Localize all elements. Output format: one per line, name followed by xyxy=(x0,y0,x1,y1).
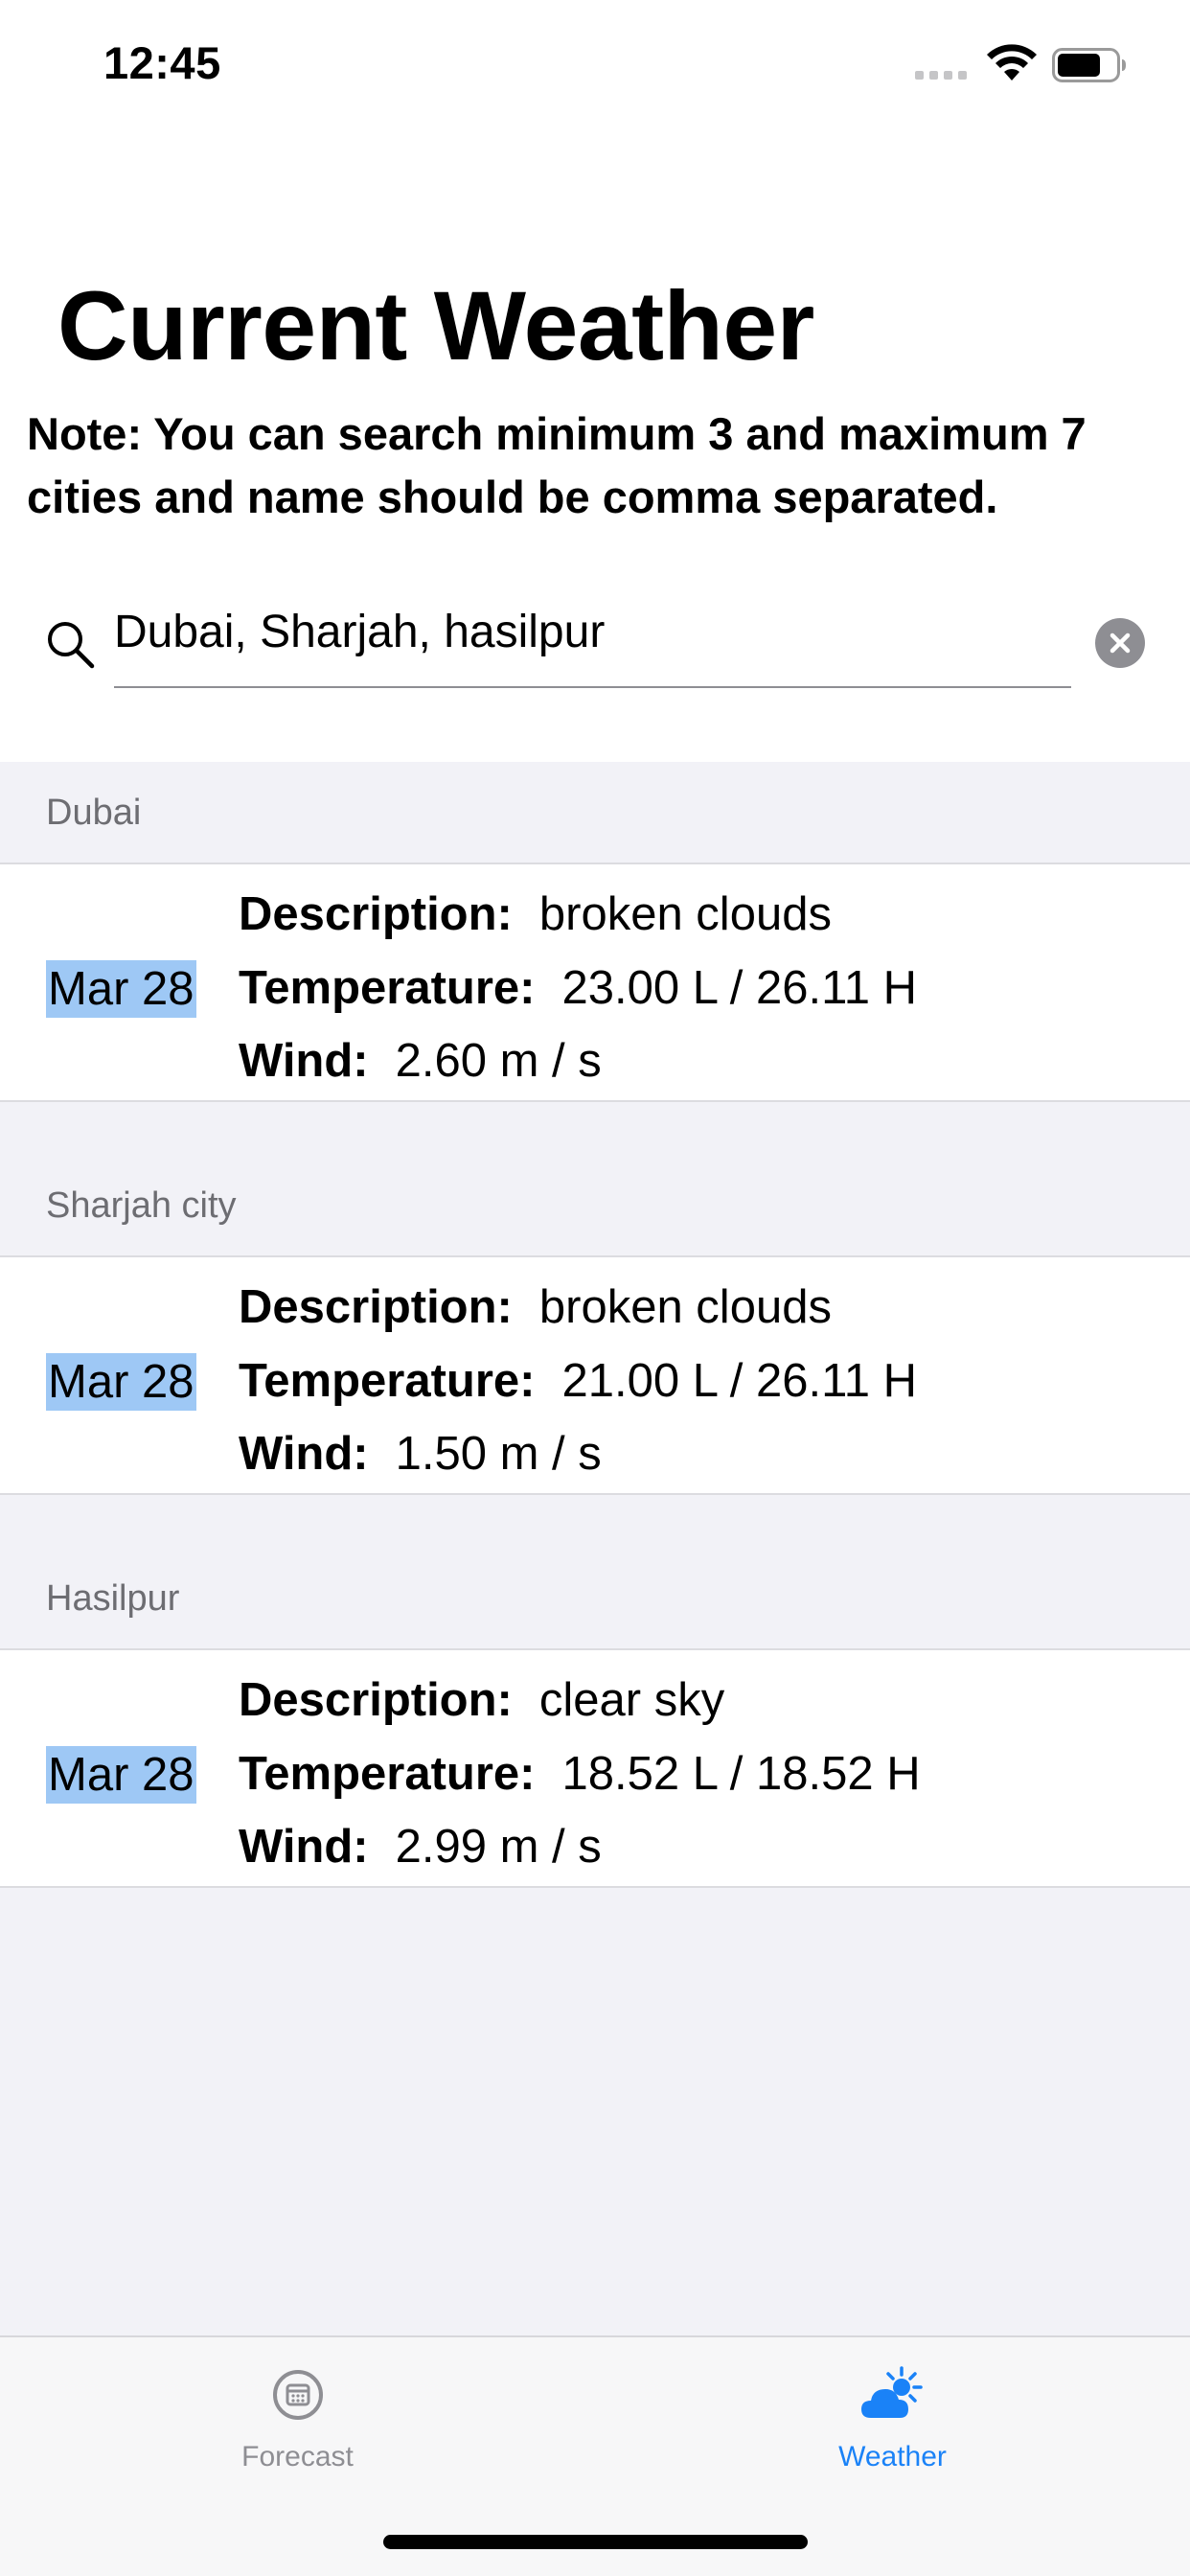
wind-value: 2.99 m / s xyxy=(395,1821,602,1873)
section-header: Sharjah city xyxy=(0,1102,1190,1255)
clear-search-button[interactable] xyxy=(1095,618,1145,668)
temperature-line: Temperature: 23.00 L / 26.11 H xyxy=(239,959,917,1017)
section-header-label: Sharjah city xyxy=(46,1185,237,1226)
wind-label: Wind: xyxy=(239,1035,369,1087)
tab-forecast[interactable]: Forecast xyxy=(0,2337,595,2510)
close-icon xyxy=(1110,632,1131,654)
wifi-icon xyxy=(987,44,1037,80)
date-label: Mar 28 xyxy=(46,1353,196,1411)
weather-row[interactable]: Mar 28 Description: broken clouds Tempera… xyxy=(0,862,1190,1102)
search-input[interactable] xyxy=(114,596,1071,688)
cloud-sun-icon xyxy=(860,2366,923,2418)
wind-value: 1.50 m / s xyxy=(395,1428,602,1480)
cellular-signal-icon xyxy=(915,71,967,80)
date-label: Mar 28 xyxy=(46,960,196,1018)
temperature-label: Temperature: xyxy=(239,1355,536,1407)
wind-line: Wind: 2.99 m / s xyxy=(239,1818,602,1875)
temperature-value: 18.52 L / 18.52 H xyxy=(561,1748,921,1800)
temperature-line: Temperature: 21.00 L / 26.11 H xyxy=(239,1352,917,1410)
home-indicator xyxy=(383,2535,808,2549)
search-note: Note: You can search minimum 3 and maxim… xyxy=(27,408,1087,522)
description-line: Description: broken clouds xyxy=(239,886,832,943)
section-header: Dubai xyxy=(0,762,1190,862)
calendar-icon xyxy=(272,2370,323,2420)
section-header: Hasilpur xyxy=(0,1495,1190,1648)
description-value: clear sky xyxy=(538,1674,725,1726)
status-time: 12:45 xyxy=(103,37,221,88)
section-header-label: Hasilpur xyxy=(46,1578,180,1619)
weather-list[interactable]: Dubai Mar 28 Description: broken clouds T… xyxy=(0,762,1190,2336)
temperature-value: 21.00 L / 26.11 H xyxy=(561,1355,918,1407)
tab-weather[interactable]: Weather xyxy=(595,2337,1190,2510)
temperature-value: 23.00 L / 26.11 H xyxy=(561,962,918,1014)
temperature-label: Temperature: xyxy=(239,1748,536,1800)
description-label: Description: xyxy=(239,1281,513,1333)
wind-line: Wind: 2.60 m / s xyxy=(239,1032,602,1090)
weather-row[interactable]: Mar 28 Description: broken clouds Tempera… xyxy=(0,1255,1190,1495)
search-icon xyxy=(48,622,95,669)
wind-label: Wind: xyxy=(239,1821,369,1873)
description-label: Description: xyxy=(239,1674,513,1726)
tab-weather-label: Weather xyxy=(838,2441,947,2472)
tab-forecast-label: Forecast xyxy=(241,2441,354,2472)
wind-line: Wind: 1.50 m / s xyxy=(239,1425,602,1483)
section-header-label: Dubai xyxy=(46,793,142,833)
description-line: Description: broken clouds xyxy=(239,1278,832,1336)
description-label: Description: xyxy=(239,888,513,940)
battery-icon xyxy=(1052,48,1126,82)
wind-value: 2.60 m / s xyxy=(395,1035,602,1087)
description-value: broken clouds xyxy=(538,888,832,940)
wind-label: Wind: xyxy=(239,1428,369,1480)
date-label: Mar 28 xyxy=(46,1746,196,1804)
weather-row[interactable]: Mar 28 Description: clear sky Temperature… xyxy=(0,1648,1190,1888)
description-line: Description: clear sky xyxy=(239,1671,724,1729)
page-title: Current Weather xyxy=(57,271,814,380)
temperature-label: Temperature: xyxy=(239,962,536,1014)
temperature-line: Temperature: 18.52 L / 18.52 H xyxy=(239,1745,921,1803)
status-bar: 12:45 xyxy=(0,0,1190,129)
description-value: broken clouds xyxy=(538,1281,832,1333)
